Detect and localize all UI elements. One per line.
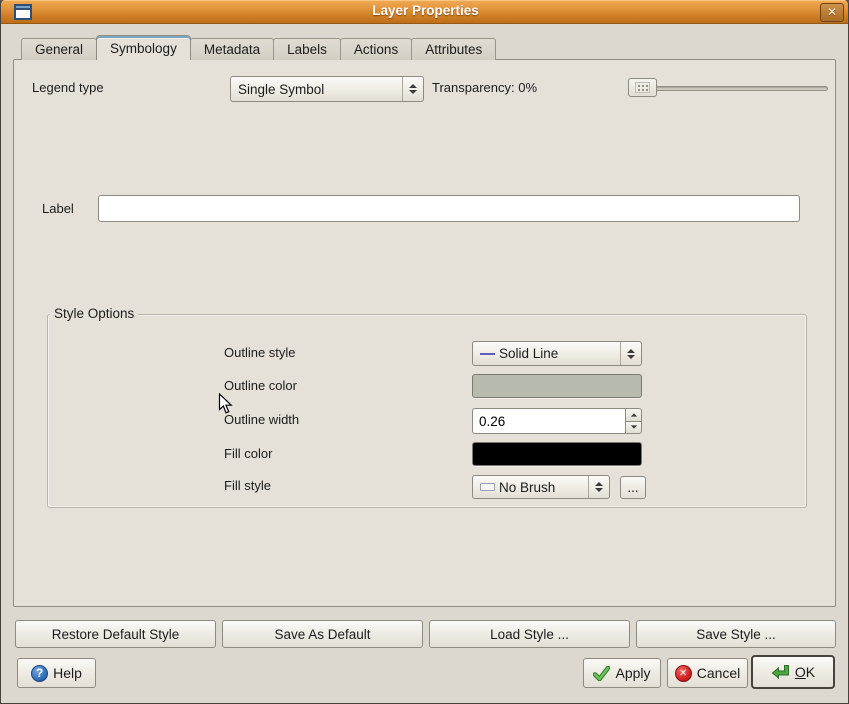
close-button[interactable]: ✕: [820, 3, 844, 22]
outline-color-label: Outline color: [224, 378, 297, 393]
transparency-slider-handle[interactable]: [628, 78, 657, 97]
restore-default-style-button[interactable]: Restore Default Style: [15, 620, 216, 648]
transparency-label: Transparency: 0%: [432, 80, 537, 95]
load-style-button[interactable]: Load Style ...: [429, 620, 630, 648]
transparency-value: 0%: [518, 80, 537, 95]
transparency-slider[interactable]: [630, 86, 828, 91]
window-title: Layer Properties: [1, 3, 849, 18]
tab-symbology[interactable]: Symbology: [96, 35, 191, 60]
tab-metadata[interactable]: Metadata: [190, 38, 274, 60]
chevron-updown-icon: [620, 342, 641, 365]
help-icon: ?: [31, 665, 48, 682]
symbology-panel: Legend type Single Symbol Transparency: …: [13, 59, 836, 607]
label-input[interactable]: [98, 195, 800, 222]
apply-check-icon: [593, 666, 610, 681]
outline-color-button[interactable]: [472, 374, 642, 398]
tab-general[interactable]: General: [21, 38, 97, 60]
fill-style-more-button[interactable]: ...: [620, 476, 646, 499]
save-style-button[interactable]: Save Style ...: [636, 620, 836, 648]
legend-type-label: Legend type: [32, 80, 104, 95]
fill-color-label: Fill color: [224, 446, 272, 461]
spin-down-button[interactable]: [625, 421, 642, 435]
apply-button[interactable]: Apply: [583, 658, 661, 688]
outline-style-select[interactable]: Solid Line: [472, 341, 642, 366]
label-field-label: Label: [42, 201, 74, 216]
style-options-group: [47, 314, 807, 508]
legend-type-select[interactable]: Single Symbol: [230, 76, 424, 102]
spin-up-icon: [630, 413, 636, 416]
outline-width-label: Outline width: [224, 412, 299, 427]
ok-button[interactable]: OK: [751, 655, 835, 689]
spin-up-button[interactable]: [625, 408, 642, 421]
fill-style-value: No Brush: [499, 480, 588, 495]
outline-style-label: Outline style: [224, 345, 296, 360]
titlebar[interactable]: Layer Properties ✕: [1, 0, 849, 24]
legend-type-value: Single Symbol: [238, 82, 402, 97]
save-as-default-button[interactable]: Save As Default: [222, 620, 423, 648]
fill-color-button[interactable]: [472, 442, 642, 466]
help-button[interactable]: ? Help: [17, 658, 96, 688]
solid-line-icon: [480, 353, 495, 355]
tab-actions[interactable]: Actions: [340, 38, 412, 60]
spin-down-icon: [630, 426, 636, 429]
cancel-x-icon: ✕: [675, 665, 692, 682]
style-options-title: Style Options: [50, 306, 138, 321]
outline-width-spinbox: [472, 408, 642, 434]
tab-bar: General Symbology Metadata Labels Action…: [21, 35, 495, 60]
close-icon: ✕: [827, 5, 837, 19]
outline-width-input[interactable]: [472, 408, 625, 434]
ok-enter-icon: [771, 664, 790, 680]
slider-grip-icon: [635, 82, 650, 93]
fill-style-label: Fill style: [224, 478, 271, 493]
no-brush-icon: [480, 483, 495, 491]
cancel-button[interactable]: ✕ Cancel: [667, 658, 748, 688]
layer-properties-dialog: Layer Properties ✕ General Symbology Met…: [0, 0, 849, 704]
fill-style-select[interactable]: No Brush: [472, 475, 610, 499]
outline-style-value: Solid Line: [499, 346, 620, 361]
tab-attributes[interactable]: Attributes: [411, 38, 496, 60]
tab-labels[interactable]: Labels: [273, 38, 341, 60]
chevron-updown-icon: [588, 476, 609, 498]
chevron-updown-icon: [402, 77, 423, 101]
